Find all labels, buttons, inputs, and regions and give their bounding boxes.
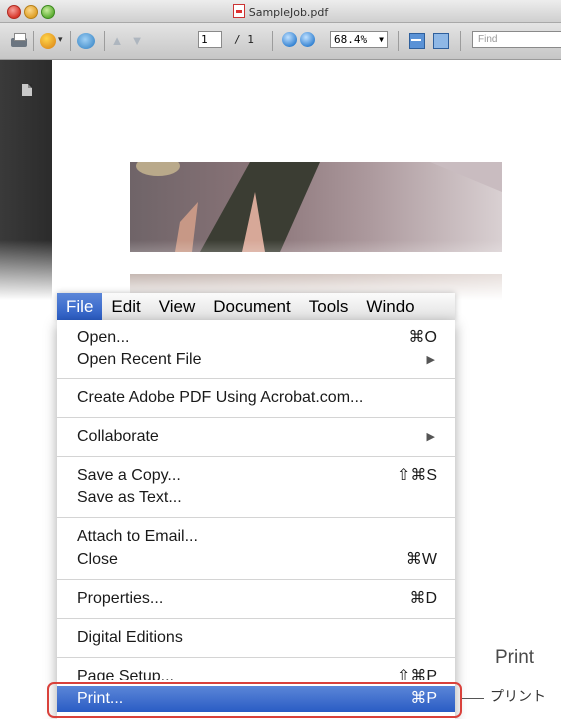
submenu-arrow-icon: ▶ <box>426 431 435 443</box>
toolbar-divider <box>33 31 34 51</box>
create-pdf-icon[interactable] <box>38 31 66 51</box>
artwork-shapes <box>136 162 502 252</box>
menu-item-label: Open Recent File <box>77 351 202 368</box>
menu-item-open-recent[interactable]: Open Recent File ▶ <box>57 349 455 371</box>
zoom-in-icon[interactable] <box>300 32 315 47</box>
menu-item-label: Collaborate <box>77 428 159 445</box>
menu-item-label: Page Setup... <box>77 668 174 680</box>
menu-bar: File Edit View Document Tools Windo <box>57 293 455 321</box>
menu-item-shortcut: ⌘D <box>409 590 437 607</box>
menu-item-save-copy[interactable]: Save a Copy... ⇧⌘S <box>57 465 455 487</box>
pdf-file-icon <box>232 4 245 18</box>
menu-item-label: Close <box>77 551 118 568</box>
menu-item-close[interactable]: Close ⌘W <box>57 549 455 571</box>
menu-item-shortcut: ⌘O <box>408 329 437 346</box>
menu-item-shortcut: ⌘W <box>405 551 437 568</box>
file-menu: Open... ⌘O Open Recent File ▶ Create Ado… <box>57 320 455 719</box>
menu-item-label: Digital Editions <box>77 629 183 646</box>
annotation-japanese: プリント <box>490 689 546 705</box>
print-icon[interactable] <box>8 31 30 51</box>
previous-page-icon[interactable]: ▲ <box>108 31 126 51</box>
menu-separator <box>57 657 455 658</box>
pages-panel-icon[interactable] <box>22 84 32 96</box>
menu-file[interactable]: File <box>57 293 103 320</box>
menu-view[interactable]: View <box>150 293 205 320</box>
menu-item-label: Properties... <box>77 590 164 607</box>
menu-tools[interactable]: Tools <box>300 293 358 320</box>
zoom-value: 68.4% <box>334 33 368 46</box>
zoom-select[interactable]: 68.4% ▼ <box>330 31 388 48</box>
menu-separator <box>57 579 455 580</box>
menu-window[interactable]: Windo <box>357 293 423 320</box>
title-bar: SampleJob.pdf <box>0 0 561 23</box>
next-page-icon[interactable]: ▼ <box>128 31 146 51</box>
page-total: / 1 <box>234 33 254 46</box>
menu-item-page-setup[interactable]: Page Setup... ⇧⌘P <box>57 666 455 680</box>
fit-page-icon[interactable] <box>432 31 450 51</box>
menu-item-collaborate[interactable]: Collaborate ▶ <box>57 426 455 448</box>
toolbar-divider <box>460 31 461 51</box>
document-title: SampleJob.pdf <box>0 4 561 19</box>
menu-document[interactable]: Document <box>204 293 299 320</box>
find-input[interactable]: Find <box>472 31 561 48</box>
toolbar-divider <box>272 31 273 51</box>
menu-separator <box>57 517 455 518</box>
toolbar-divider <box>70 31 71 51</box>
menu-item-shortcut: ⇧⌘S <box>396 467 437 484</box>
menu-item-save-as-text[interactable]: Save as Text... <box>57 487 455 509</box>
menu-edit[interactable]: Edit <box>102 293 149 320</box>
fit-width-icon[interactable] <box>408 31 426 51</box>
menu-item-attach-email[interactable]: Attach to Email... <box>57 526 455 548</box>
annotation-english: Print <box>495 647 535 668</box>
page-number-input[interactable]: 1 <box>198 31 222 48</box>
submenu-arrow-icon: ▶ <box>426 354 435 366</box>
menu-item-create-pdf[interactable]: Create Adobe PDF Using Acrobat.com... <box>57 387 455 409</box>
collaborate-icon[interactable] <box>74 31 100 51</box>
menu-item-open[interactable]: Open... ⌘O <box>57 327 455 349</box>
callout-leader-line <box>462 698 484 699</box>
menu-item-label: Save as Text... <box>77 489 182 506</box>
toolbar-divider <box>398 31 399 51</box>
menu-separator <box>57 417 455 418</box>
menu-separator <box>57 456 455 457</box>
print-callout-highlight <box>47 682 462 718</box>
menu-item-label: Create Adobe PDF Using Acrobat.com... <box>77 389 364 406</box>
menu-item-properties[interactable]: Properties... ⌘D <box>57 588 455 610</box>
acrobat-window: SampleJob.pdf ▲ ▼ 1 / 1 68.4% ▼ Find <box>0 0 561 310</box>
menu-item-label: Open... <box>77 329 130 346</box>
toolbar-divider <box>104 31 105 51</box>
toolbar: ▲ ▼ 1 / 1 68.4% ▼ Find <box>0 23 561 60</box>
menu-item-digital-editions[interactable]: Digital Editions <box>57 627 455 649</box>
menu-separator <box>57 618 455 619</box>
document-title-text: SampleJob.pdf <box>248 6 329 19</box>
menu-item-label: Attach to Email... <box>77 528 198 545</box>
document-artwork <box>130 162 502 252</box>
zoom-out-icon[interactable] <box>282 32 297 47</box>
menu-separator <box>57 378 455 379</box>
menu-item-label: Save a Copy... <box>77 467 181 484</box>
chevron-down-icon: ▼ <box>379 35 384 44</box>
menu-item-shortcut: ⇧⌘P <box>396 668 437 680</box>
